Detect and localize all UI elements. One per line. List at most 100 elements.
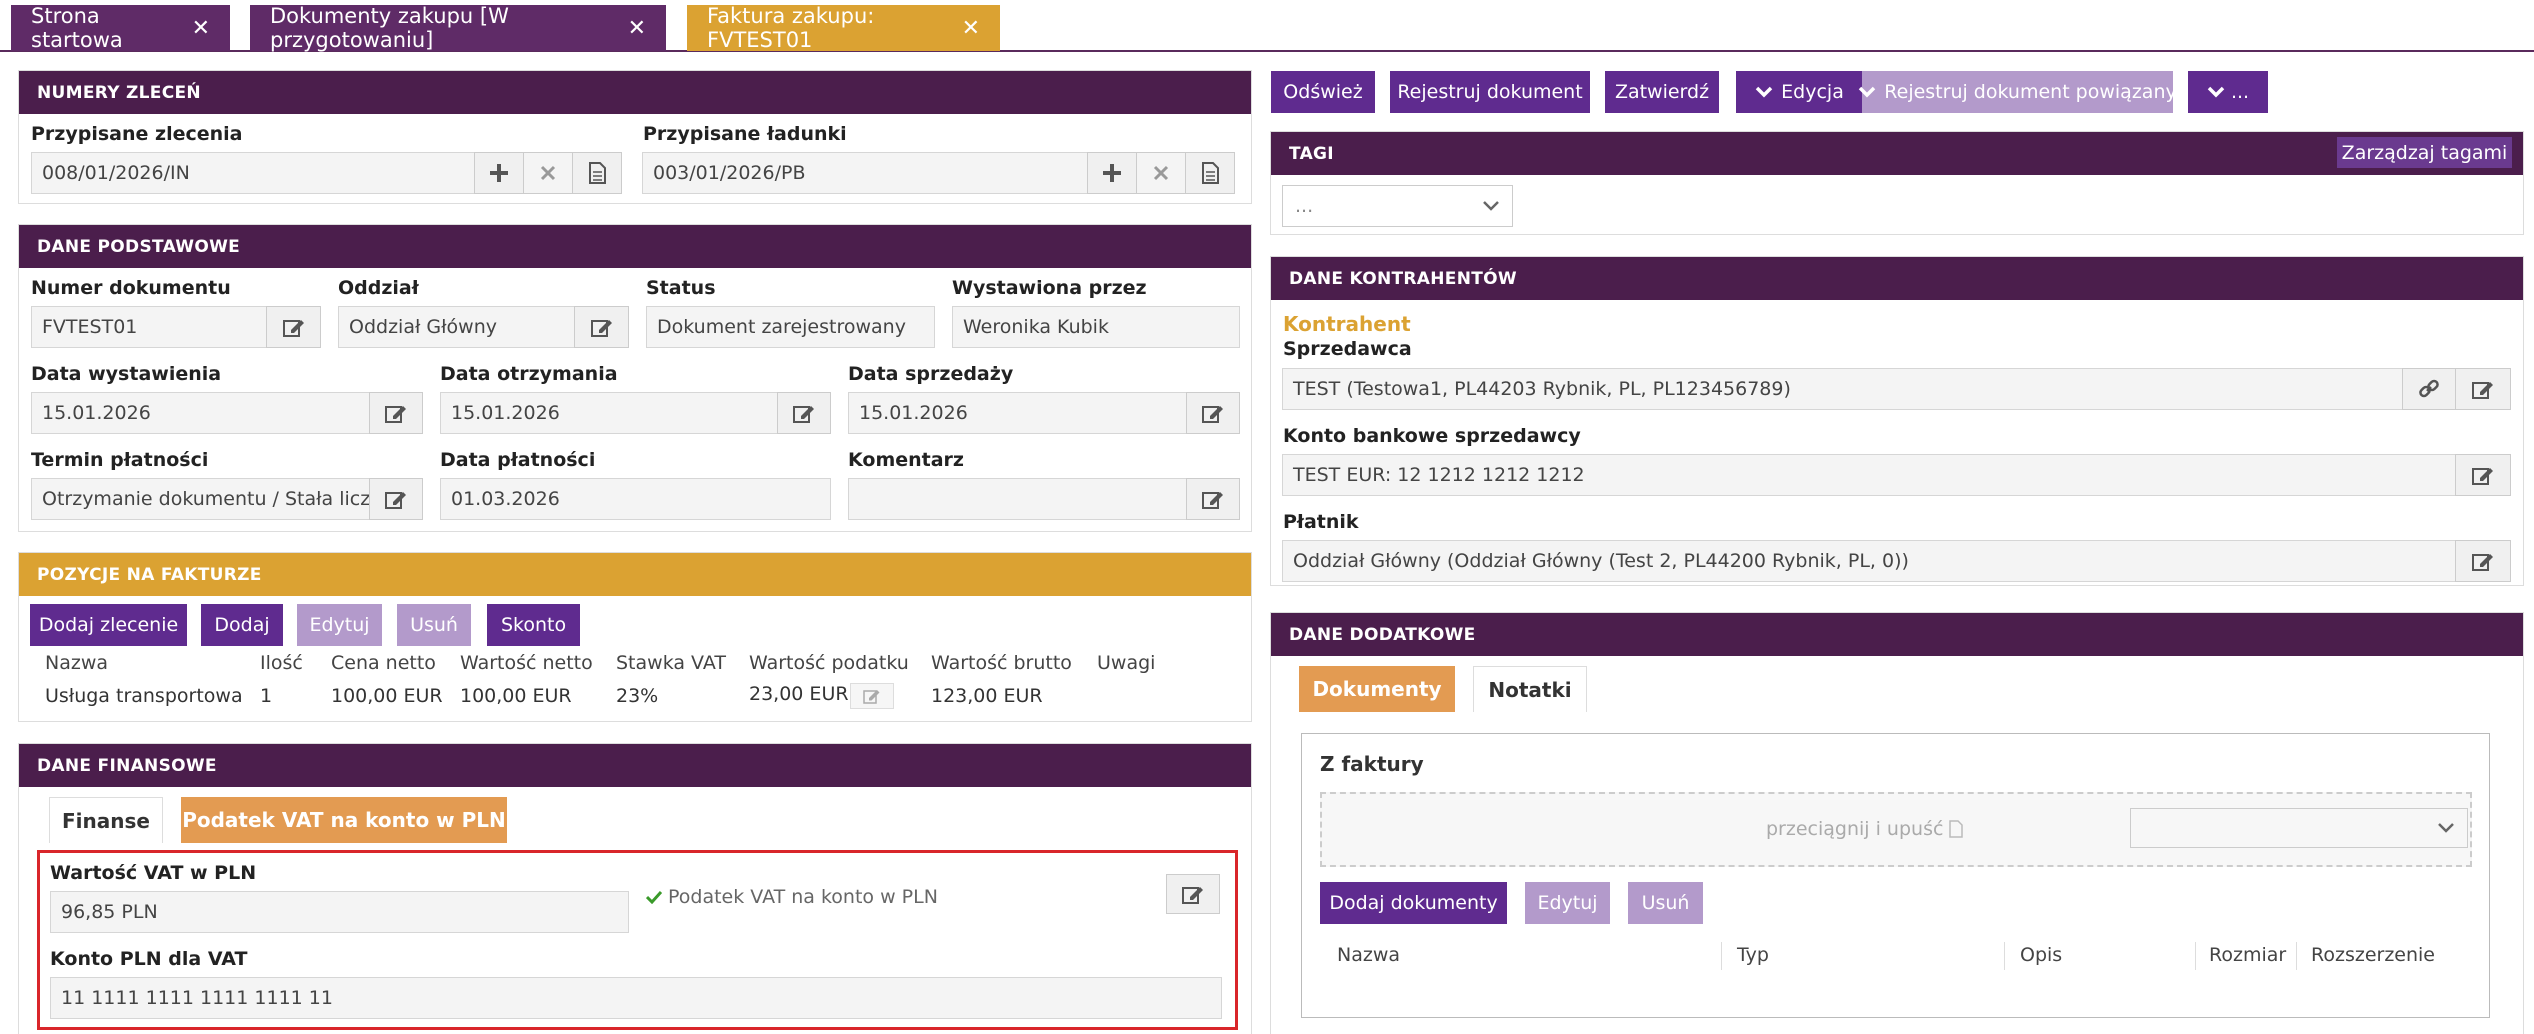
column-header[interactable]: Wartość podatku (749, 652, 909, 674)
skonto-button[interactable]: Skonto (487, 604, 580, 646)
data-wystawienia-field[interactable]: 15.01.2026 (31, 392, 370, 434)
sprzedawca-field[interactable]: TEST (Testowa1, PL44203 Rybnik, PL, PL12… (1282, 368, 2403, 410)
zarzadzaj-tagami-button[interactable]: Zarządzaj tagami (2337, 137, 2512, 168)
usun-button[interactable]: Usuń (397, 604, 471, 646)
edit-icon[interactable] (2455, 540, 2511, 582)
column-divider[interactable] (2195, 942, 2196, 970)
odswiez-button[interactable]: Odśwież (1271, 71, 1375, 113)
file-icon (1949, 820, 1964, 838)
data-wystawienia-label: Data wystawienia (31, 363, 222, 385)
edit-icon[interactable] (2455, 368, 2511, 410)
column-header[interactable]: Cena netto (331, 652, 436, 674)
close-icon[interactable]: ✕ (962, 16, 980, 41)
clear-icon[interactable] (523, 152, 573, 194)
cell-wartosc-netto: 100,00 EUR (460, 685, 572, 707)
edit-icon[interactable] (369, 478, 423, 520)
edycja-button[interactable]: Edycja (1736, 71, 1863, 113)
clear-icon[interactable] (1136, 152, 1186, 194)
ladunki-field[interactable]: 003/01/2026/PB (642, 152, 1088, 194)
more-button[interactable]: ... (2188, 71, 2268, 113)
edytuj-dokument-button[interactable]: Edytuj (1525, 882, 1610, 924)
platnik-field[interactable]: Oddział Główny (Oddział Główny (Test 2, … (1282, 540, 2456, 582)
column-header[interactable]: Wartość netto (460, 652, 593, 674)
tab-faktura-zakupu[interactable]: Faktura zakupu: FVTEST01 ✕ (687, 4, 1000, 52)
termin-platnosci-label: Termin płatności (31, 449, 209, 471)
panel-title: NUMERY ZLECEŃ (19, 71, 1251, 114)
close-icon[interactable]: ✕ (192, 16, 210, 41)
tab-finanse[interactable]: Finanse (49, 797, 163, 843)
data-sprzedazy-field[interactable]: 15.01.2026 (848, 392, 1187, 434)
edytuj-button[interactable]: Edytuj (297, 604, 382, 646)
rejestruj-dokument-button[interactable]: Rejestruj dokument (1390, 71, 1590, 113)
chevron-down-icon (1755, 86, 1773, 98)
panel-title: DANE KONTRAHENTÓW (1271, 257, 2523, 300)
dodaj-dokumenty-button[interactable]: Dodaj dokumenty (1320, 882, 1507, 924)
tab-dokumenty-zakupu[interactable]: Dokumenty zakupu [W przygotowaniu] ✕ (250, 4, 666, 52)
dodaj-button[interactable]: Dodaj (201, 604, 283, 646)
tagi-select[interactable]: ... (1282, 185, 1513, 227)
tab-label: Dokumenty zakupu [W przygotowaniu] (270, 4, 509, 52)
oddzial-field[interactable]: Oddział Główny (338, 306, 575, 348)
usun-dokument-button[interactable]: Usuń (1628, 882, 1703, 924)
column-header[interactable]: Rozszerzenie (2311, 944, 2435, 966)
tab-dokumenty[interactable]: Dokumenty (1299, 666, 1455, 712)
column-divider[interactable] (2004, 942, 2005, 970)
wystawiona-przez-field: Weronika Kubik (952, 306, 1240, 348)
edit-icon[interactable] (2455, 454, 2511, 496)
chevron-down-icon (2437, 822, 2455, 834)
komentarz-field[interactable] (848, 478, 1187, 520)
konto-bankowe-field[interactable]: TEST EUR: 12 1212 1212 1212 (1282, 454, 2456, 496)
edit-icon[interactable] (1166, 874, 1220, 914)
button-label: Rejestruj dokument powiązany (1884, 81, 2177, 103)
edit-icon[interactable] (850, 683, 894, 709)
tab-strona-startowa[interactable]: Strona startowa ✕ (11, 4, 230, 52)
plus-icon[interactable] (474, 152, 524, 194)
cell-stawka-vat: 23% (616, 685, 659, 707)
edit-icon[interactable] (266, 306, 321, 348)
column-header[interactable]: Stawka VAT (616, 652, 726, 674)
column-header[interactable]: Nazwa (45, 652, 108, 674)
komentarz-label: Komentarz (848, 449, 964, 471)
tab-label: Strona startowa (31, 4, 123, 52)
column-header[interactable]: Uwagi (1097, 652, 1155, 674)
ladunki-label: Przypisane ładunki (643, 123, 847, 145)
dodaj-zlecenie-button[interactable]: Dodaj zlecenie (30, 604, 187, 646)
document-type-select[interactable] (2130, 808, 2468, 848)
edit-icon[interactable] (1186, 478, 1240, 520)
panel-title: TAGI (1271, 132, 2523, 175)
panel-title: DANE PODSTAWOWE (19, 225, 1251, 268)
document-icon[interactable] (1185, 152, 1235, 194)
konto-pln-field: 11 1111 1111 1111 1111 11 (50, 977, 1222, 1019)
edit-icon[interactable] (574, 306, 629, 348)
termin-platnosci-field[interactable]: Otrzymanie dokumentu / Stała liczba (31, 478, 370, 520)
data-otrzymania-field[interactable]: 15.01.2026 (440, 392, 778, 434)
document-icon[interactable] (572, 152, 622, 194)
zlecenia-field[interactable]: 008/01/2026/IN (31, 152, 475, 194)
close-icon[interactable]: ✕ (628, 16, 646, 41)
column-header[interactable]: Wartość brutto (931, 652, 1072, 674)
rejestruj-powiazany-button[interactable]: Rejestruj dokument powiązany (1859, 71, 2177, 113)
konto-pln-label: Konto PLN dla VAT (50, 948, 248, 970)
column-divider[interactable] (1721, 942, 1722, 970)
z-faktury-heading: Z faktury (1320, 752, 1424, 776)
cell-ilosc: 1 (260, 685, 273, 707)
zatwierdz-button[interactable]: Zatwierdź (1605, 71, 1719, 113)
link-icon[interactable] (2402, 368, 2456, 410)
column-divider[interactable] (2296, 942, 2297, 970)
data-platnosci-field[interactable]: 01.03.2026 (440, 478, 831, 520)
tab-notatki[interactable]: Notatki (1473, 666, 1587, 712)
edit-icon[interactable] (369, 392, 423, 434)
column-header[interactable]: Typ (1737, 944, 1769, 966)
column-header[interactable]: Ilość (260, 652, 303, 674)
status-label: Status (646, 277, 716, 299)
chevron-down-icon (1482, 200, 1500, 212)
column-header[interactable]: Opis (2020, 944, 2062, 966)
edit-icon[interactable] (777, 392, 831, 434)
column-header[interactable]: Rozmiar (2209, 944, 2286, 966)
edit-icon[interactable] (1186, 392, 1240, 434)
column-header[interactable]: Nazwa (1337, 944, 1400, 966)
data-otrzymania-label: Data otrzymania (440, 363, 618, 385)
tab-podatek-vat[interactable]: Podatek VAT na konto w PLN (181, 797, 507, 843)
numer-dokumentu-field[interactable]: FVTEST01 (31, 306, 267, 348)
plus-icon[interactable] (1087, 152, 1137, 194)
